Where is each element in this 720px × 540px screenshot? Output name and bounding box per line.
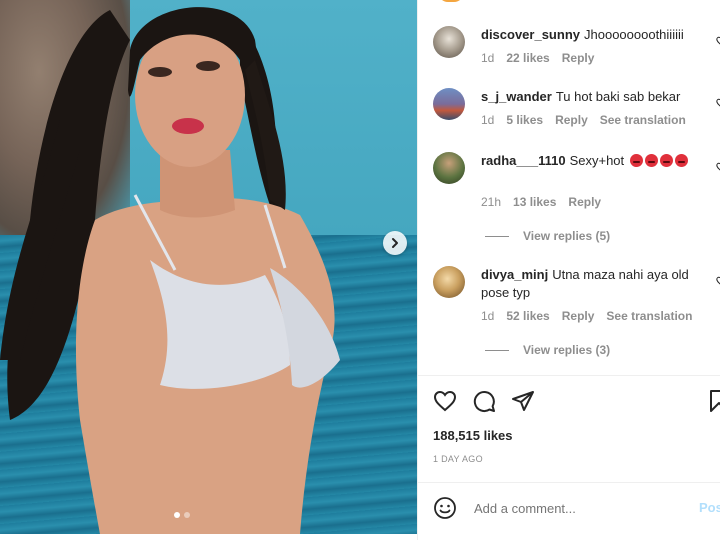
comment-likes[interactable]: 5 likes [506, 113, 543, 127]
save-bookmark-icon[interactable] [707, 389, 720, 413]
comment-body: s_j_wander Tu hot baki sab bekar [481, 88, 703, 106]
comment-meta: 1d 22 likes Reply [481, 51, 594, 65]
comment-body: divya_minj Utna maza nahi aya old pose ty… [481, 266, 703, 302]
add-comment-input[interactable] [472, 500, 676, 517]
comment-text: Jhoooooooothiiiiii [584, 27, 684, 42]
next-slide-button[interactable] [383, 231, 407, 255]
comment-item: discover_sunny Jhoooooooothiiiiii 1d 22 l… [433, 26, 720, 66]
view-replies-label[interactable]: View replies (5) [523, 229, 610, 243]
comment-body: discover_sunny Jhoooooooothiiiiii [481, 26, 703, 44]
comment-username[interactable]: s_j_wander [481, 89, 552, 104]
angry-face-icon [659, 154, 673, 167]
post-photo[interactable] [0, 0, 417, 534]
comment-body: radha___1110 Sexy+hot [481, 152, 703, 170]
angry-face-icon [674, 154, 688, 167]
like-comment-heart-icon[interactable] [716, 36, 720, 46]
avatar[interactable] [433, 88, 465, 120]
avatar[interactable] [433, 266, 465, 298]
view-replies-button[interactable]: View replies (3) [485, 343, 610, 357]
chevron-right-icon [392, 238, 398, 248]
section-divider [417, 375, 720, 376]
reply-button[interactable]: Reply [562, 51, 595, 65]
angry-face-icon [644, 154, 658, 167]
post-comment-button[interactable]: Post [699, 500, 720, 515]
slide-dot [184, 512, 190, 518]
comment-time[interactable]: 1d [481, 309, 494, 323]
post-actions [433, 389, 720, 413]
share-send-icon[interactable] [511, 389, 535, 413]
slide-indicator [174, 512, 190, 518]
like-comment-heart-icon[interactable] [716, 276, 720, 286]
view-replies-label[interactable]: View replies (3) [523, 343, 610, 357]
replies-divider-line [485, 235, 509, 237]
avatar[interactable] [433, 26, 465, 58]
comment-item: s_j_wander Tu hot baki sab bekar 1d 5 lik… [433, 88, 720, 132]
post-timestamp[interactable]: 1 DAY AGO [433, 454, 483, 464]
add-comment-bar: Post [417, 490, 720, 530]
comment-meta: 1d 5 likes Reply See translation [481, 113, 686, 127]
comment-text: Sexy+hot [569, 153, 625, 168]
like-comment-heart-icon[interactable] [716, 98, 720, 108]
avatar[interactable] [433, 152, 465, 184]
comment-likes[interactable]: 52 likes [506, 309, 549, 323]
reply-button[interactable]: Reply [555, 113, 588, 127]
comment-time[interactable]: 21h [481, 195, 501, 209]
comment-likes[interactable]: 13 likes [513, 195, 556, 209]
view-replies-button[interactable]: View replies (5) [485, 229, 610, 243]
comment-bubble-icon[interactable] [472, 389, 496, 413]
comment-text: Tu hot baki sab bekar [555, 89, 681, 104]
comment-meta: 21h 13 likes Reply [481, 195, 601, 209]
like-comment-heart-icon[interactable] [716, 162, 720, 172]
section-divider [417, 482, 720, 483]
comment-time[interactable]: 1d [481, 113, 494, 127]
angry-face-icon [629, 154, 643, 167]
comment-item: radha___1110 Sexy+hot 21h 13 likes Reply [433, 152, 720, 212]
reply-button[interactable]: Reply [562, 309, 595, 323]
reply-button[interactable]: Reply [568, 195, 601, 209]
likes-count[interactable]: 188,515 likes [433, 428, 513, 443]
comment-username[interactable]: divya_minj [481, 267, 548, 282]
emoji-smile-icon[interactable] [433, 496, 457, 520]
like-heart-icon[interactable] [433, 389, 457, 413]
comment-likes[interactable]: 22 likes [506, 51, 549, 65]
comment-time[interactable]: 1d [481, 51, 494, 65]
comment-username[interactable]: discover_sunny [481, 27, 580, 42]
photo-figure [0, 7, 340, 534]
comment-item: divya_minj Utna maza nahi aya old pose ty… [433, 266, 720, 326]
see-translation-link[interactable]: See translation [600, 113, 686, 127]
see-translation-link[interactable]: See translation [606, 309, 692, 323]
comment-username[interactable]: radha___1110 [481, 153, 566, 168]
slide-dot-active [174, 512, 180, 518]
replies-divider-line [485, 349, 509, 351]
comment-meta: 1d 52 likes Reply See translation [481, 309, 692, 323]
